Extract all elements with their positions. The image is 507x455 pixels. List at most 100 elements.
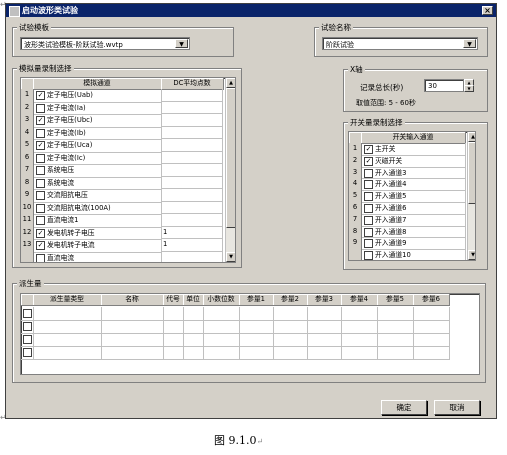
analog-channel-cell[interactable]: 定子电流(Ia) <box>33 101 162 115</box>
derived-cell[interactable] <box>377 333 414 347</box>
checkbox[interactable] <box>36 253 45 262</box>
checkbox[interactable] <box>36 103 45 113</box>
analog-channel-cell[interactable]: ✓ 定子电压(Uca) <box>33 139 162 153</box>
scroll-thumb[interactable] <box>468 142 475 204</box>
derived-cell[interactable] <box>413 346 450 360</box>
derived-cell[interactable] <box>203 320 240 334</box>
analog-channel-cell[interactable]: 交流阻抗电压 <box>33 189 162 203</box>
switch-scrollbar[interactable]: ▲ ▼ <box>467 132 475 260</box>
derived-cell[interactable] <box>239 346 274 360</box>
derived-cell[interactable] <box>307 320 342 334</box>
derived-cell[interactable] <box>163 307 184 321</box>
checkbox[interactable] <box>364 227 373 237</box>
scroll-up-icon[interactable]: ▲ <box>468 132 475 142</box>
checkbox[interactable] <box>364 180 373 190</box>
checkbox[interactable] <box>23 309 32 318</box>
scroll-thumb[interactable] <box>226 88 235 228</box>
dc-average-cell[interactable] <box>161 101 223 114</box>
checkbox[interactable] <box>36 128 45 138</box>
derived-cell[interactable] <box>163 346 184 360</box>
dc-average-cell[interactable] <box>161 89 223 102</box>
dc-average-cell[interactable] <box>161 139 223 152</box>
chevron-down-icon[interactable]: ▼ <box>463 39 476 48</box>
checkbox[interactable] <box>36 178 45 188</box>
derived-cell[interactable] <box>183 307 204 321</box>
derived-cell[interactable] <box>239 320 274 334</box>
analog-channel-cell[interactable]: 直流电流 <box>33 251 162 262</box>
derived-cell[interactable] <box>341 320 378 334</box>
derived-cell[interactable] <box>307 333 342 347</box>
derived-cell[interactable] <box>203 307 240 321</box>
template-select[interactable]: 波形类试验模板-阶跃试验.wvtp ▼ <box>20 37 190 50</box>
checkbox[interactable] <box>364 192 373 202</box>
derived-cell[interactable] <box>341 307 378 321</box>
analog-channel-cell[interactable]: 系统电流 <box>33 176 162 190</box>
derived-cell[interactable] <box>239 333 274 347</box>
checked-checkbox[interactable]: ✓ <box>36 91 45 100</box>
record-length-input[interactable]: 30 <box>424 79 464 92</box>
checked-checkbox[interactable]: ✓ <box>364 156 373 166</box>
test-name-select[interactable]: 阶跃试验 ▼ <box>322 37 478 50</box>
spin-down-icon[interactable]: ▼ <box>464 85 474 92</box>
derived-cell[interactable] <box>33 320 102 334</box>
checkbox[interactable] <box>36 153 45 163</box>
derived-cell[interactable] <box>377 307 414 321</box>
derived-cell[interactable] <box>101 307 164 321</box>
title-bar[interactable]: 启动波形类试验 × <box>6 4 496 17</box>
derived-cell[interactable] <box>183 346 204 360</box>
derived-cell[interactable] <box>101 346 164 360</box>
derived-cell[interactable] <box>203 346 240 360</box>
derived-cell[interactable] <box>163 320 184 334</box>
col-header[interactable]: 参量6 <box>413 294 450 306</box>
dc-average-cell[interactable] <box>161 176 223 189</box>
dc-average-cell[interactable] <box>161 189 223 202</box>
derived-cell[interactable] <box>101 320 164 334</box>
dc-average-cell[interactable] <box>161 151 223 164</box>
dc-average-cell[interactable]: 1 <box>161 239 223 252</box>
switch-channel-cell[interactable]: 开入通道10 <box>361 249 466 260</box>
derived-cell[interactable] <box>307 307 342 321</box>
analog-channel-cell[interactable]: 定子电流(Ib) <box>33 126 162 140</box>
col-header[interactable]: 参量1 <box>239 294 274 306</box>
derived-cell[interactable] <box>377 346 414 360</box>
checked-checkbox[interactable]: ✓ <box>36 116 45 125</box>
cancel-button[interactable]: 取消 <box>434 400 480 415</box>
record-length-spinner[interactable]: ▲ ▼ <box>464 79 474 92</box>
ok-button[interactable]: 确定 <box>381 400 427 415</box>
checkbox[interactable] <box>23 322 32 331</box>
chevron-down-icon[interactable]: ▼ <box>175 39 188 48</box>
checked-checkbox[interactable]: ✓ <box>36 228 45 238</box>
col-header[interactable]: 代号 <box>163 294 184 306</box>
dc-average-cell[interactable] <box>161 214 223 227</box>
col-header[interactable]: 单位 <box>183 294 204 306</box>
col-header[interactable]: 参量5 <box>377 294 414 306</box>
col-header[interactable]: 小数位数 <box>203 294 240 306</box>
dc-average-cell[interactable]: 1 <box>161 226 223 239</box>
derived-cell[interactable] <box>33 307 102 321</box>
derived-cell[interactable] <box>413 320 450 334</box>
col-header[interactable]: 名称 <box>101 294 164 306</box>
checkbox[interactable] <box>36 203 45 213</box>
derived-cell[interactable] <box>377 320 414 334</box>
checkbox[interactable] <box>364 204 373 213</box>
analog-channel-cell[interactable]: ✓ 发电机转子电流 <box>33 239 162 253</box>
analog-channel-cell[interactable]: 直流电流1 <box>33 214 162 228</box>
checkbox[interactable] <box>364 215 373 225</box>
checked-checkbox[interactable]: ✓ <box>364 145 373 154</box>
col-header[interactable]: 参量3 <box>307 294 342 306</box>
dc-average-cell[interactable] <box>161 201 223 214</box>
derived-cell[interactable] <box>163 333 184 347</box>
checkbox[interactable] <box>364 239 373 249</box>
derived-cell[interactable] <box>101 333 164 347</box>
derived-cell[interactable] <box>239 307 274 321</box>
checkbox[interactable] <box>36 166 45 175</box>
scroll-up-icon[interactable]: ▲ <box>226 78 235 88</box>
derived-cell[interactable] <box>413 333 450 347</box>
analog-channel-cell[interactable]: ✓ 发电机转子电压 <box>33 226 162 240</box>
checked-checkbox[interactable]: ✓ <box>36 141 45 150</box>
derived-cell[interactable] <box>341 346 378 360</box>
col-header[interactable]: 参量2 <box>273 294 308 306</box>
derived-cell[interactable] <box>273 346 308 360</box>
checkbox[interactable] <box>36 191 45 200</box>
derived-cell[interactable] <box>203 333 240 347</box>
